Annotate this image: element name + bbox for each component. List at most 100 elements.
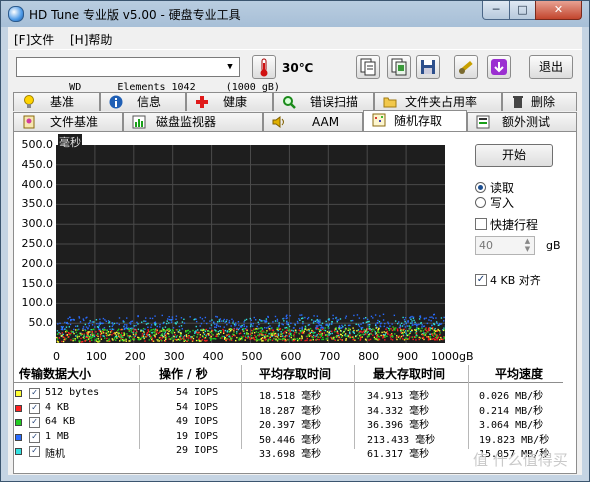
data-point	[285, 326, 288, 329]
minimize-button[interactable]: ─	[482, 1, 510, 20]
data-point	[313, 315, 315, 317]
tab-extra-tests[interactable]: 额外测试	[467, 112, 577, 131]
data-point	[107, 320, 110, 322]
short-stroke-checkbox[interactable]	[475, 218, 487, 230]
close-button[interactable]: ✕	[535, 1, 582, 20]
options-icon	[459, 60, 473, 74]
tab-file-benchmark[interactable]: 文件基准	[13, 112, 123, 131]
data-point	[264, 326, 266, 329]
health-cross-icon	[196, 96, 208, 108]
spinner-arrows-icon[interactable]: ▲ ▼	[521, 237, 534, 254]
maximize-button[interactable]: □	[509, 1, 536, 20]
data-point	[272, 333, 275, 335]
tab-info[interactable]: 信息	[100, 92, 186, 111]
tab-error-scan[interactable]: 错误扫描	[273, 92, 374, 111]
align-4kb-checkbox[interactable]: ✓	[475, 274, 487, 286]
data-point	[123, 334, 125, 337]
data-point	[173, 336, 175, 338]
copy-text-button[interactable]	[356, 55, 380, 79]
data-point	[429, 335, 432, 338]
data-point	[116, 331, 118, 334]
start-button[interactable]: 开始	[475, 144, 553, 167]
menu-help[interactable]: [H]帮助	[70, 31, 112, 48]
data-point	[232, 320, 234, 322]
download-button[interactable]	[487, 55, 511, 79]
data-point	[137, 323, 139, 325]
data-point	[366, 318, 369, 321]
drive-select[interactable]: WD Elements 1042 (1000 gB) ▼	[16, 57, 280, 93]
series-checkbox[interactable]: ✓	[29, 417, 40, 428]
data-point	[175, 329, 177, 331]
data-point	[318, 328, 320, 331]
data-point	[176, 329, 179, 331]
data-point	[86, 336, 89, 339]
tab-folder-usage[interactable]: 文件夹占用率	[374, 92, 502, 111]
data-point	[319, 321, 321, 323]
data-point	[112, 332, 115, 335]
data-point	[323, 332, 326, 334]
write-radio[interactable]	[475, 197, 486, 208]
save-button[interactable]	[416, 55, 440, 79]
data-point	[66, 321, 68, 324]
data-point	[188, 335, 191, 337]
data-point	[270, 334, 272, 336]
data-point	[201, 318, 204, 320]
temperature-button[interactable]	[252, 55, 276, 79]
read-radio[interactable]	[475, 182, 486, 193]
data-point	[403, 319, 406, 321]
data-point	[362, 333, 364, 336]
data-point	[171, 316, 174, 318]
data-point	[228, 328, 230, 331]
data-point	[412, 324, 414, 326]
data-point	[98, 323, 100, 325]
data-point	[269, 329, 271, 331]
data-point	[285, 317, 288, 320]
tab-health[interactable]: 健康	[186, 92, 273, 111]
data-point	[168, 316, 170, 318]
title-bar[interactable]: HD Tune 专业版 v5.00 - 硬盘专业工具 ─ □ ✕	[1, 1, 589, 27]
data-point	[257, 321, 259, 324]
data-point	[129, 335, 131, 337]
options-button[interactable]	[454, 55, 478, 79]
data-point	[156, 331, 158, 333]
data-point	[91, 321, 93, 323]
data-point	[238, 339, 240, 341]
tab-erase[interactable]: 删除	[502, 92, 577, 111]
data-point	[363, 317, 365, 320]
tab-random-access[interactable]: 随机存取	[363, 110, 467, 131]
data-point	[126, 326, 128, 328]
data-point	[183, 322, 186, 324]
short-stroke-spinner[interactable]: 40 ▲ ▼	[475, 236, 535, 255]
data-point	[338, 328, 341, 330]
data-point	[341, 327, 343, 329]
data-point	[433, 329, 435, 331]
copy-screen-button[interactable]	[387, 55, 411, 79]
tab-aam[interactable]: AAM	[263, 112, 363, 131]
data-point	[87, 331, 89, 333]
data-point	[240, 326, 243, 328]
data-point	[203, 339, 206, 342]
copy-screen-icon	[391, 58, 407, 76]
series-checkbox[interactable]: ✓	[29, 431, 40, 443]
data-point	[183, 336, 185, 338]
data-point	[288, 330, 290, 332]
data-point	[366, 328, 369, 330]
data-point	[209, 327, 211, 329]
tab-disk-monitor[interactable]: 磁盘监视器	[123, 112, 263, 131]
data-point	[121, 339, 124, 342]
data-point	[378, 338, 381, 341]
menu-file[interactable]: [F]文件	[14, 31, 54, 48]
series-checkbox[interactable]: ✓	[29, 446, 40, 457]
data-point	[327, 327, 329, 329]
series-checkbox[interactable]: ✓	[29, 388, 40, 399]
data-point	[404, 320, 406, 323]
data-point	[75, 331, 78, 334]
data-point	[243, 323, 245, 326]
data-point	[259, 327, 261, 330]
exit-button[interactable]: 退出	[529, 55, 573, 79]
series-checkbox[interactable]: ✓	[29, 402, 40, 414]
data-point	[433, 338, 435, 340]
data-point	[351, 336, 353, 338]
data-point	[228, 320, 231, 322]
tab-benchmark[interactable]: 基准	[13, 92, 100, 111]
